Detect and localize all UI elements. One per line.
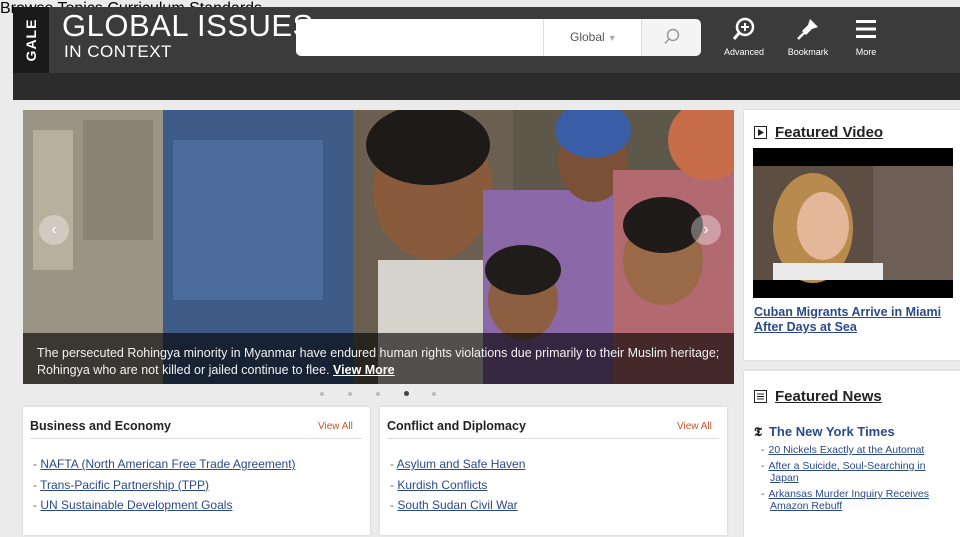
topic-panel-conflict: Conflict and Diplomacy View All - Asylum… [380,407,727,535]
news-item: - Arkansas Murder Inquiry Receives [761,488,929,500]
topic-link[interactable]: Asylum and Safe Haven [397,457,526,471]
product-title[interactable]: GLOBAL ISSUES [62,9,314,43]
featured-news-heading[interactable]: Featured News [754,388,882,407]
news-source[interactable]: 𝕿 The New York Times [754,424,895,440]
carousel-dot[interactable] [348,392,352,396]
topic-list: - Asylum and Safe Haven - Kurdish Confli… [390,454,525,516]
carousel-dot-active[interactable] [404,391,409,396]
divider [30,438,362,439]
chevron-down-icon: ▼ [607,33,617,43]
list-item: - UN Sustainable Development Goals [33,498,233,512]
news-item: - After a Suicide, Soul-Searching in [761,460,926,472]
news-item: -20 Nickels Exactly at the Automat [761,444,925,456]
carousel-prev-button[interactable]: ‹ [39,215,69,245]
view-more-link[interactable]: View More [333,363,395,377]
hero-carousel[interactable]: ‹ › The persecuted Rohingya minority in … [23,110,734,384]
more-label: More [855,47,877,57]
carousel-dot[interactable] [376,392,380,396]
carousel-dot[interactable] [432,392,436,396]
more-menu-button[interactable]: More [836,16,896,57]
featured-news-heading-text: Featured News [775,388,882,405]
featured-news-card: Featured News 𝕿 The New York Times -20 Ni… [744,371,960,537]
list-item: - Kurdish Conflicts [390,477,488,492]
product-subtitle: IN CONTEXT [64,42,172,61]
chevron-left-icon: ‹ [51,221,57,238]
search-scope-select[interactable]: Global ▼ [543,19,641,56]
list-item: - Trans-Pacific Partnership (TPP) [33,477,210,492]
divider [387,438,719,439]
topic-link[interactable]: Kurdish Conflicts [397,478,487,492]
featured-video-card: Featured Video Cuban Migrants Arrive in … [744,110,960,360]
news-source-name: The New York Times [768,424,895,439]
video-still [753,166,953,283]
panel-title: Business and Economy [30,419,172,433]
topic-link[interactable]: UN Sustainable Development Goals [40,498,232,512]
list-item: - Asylum and Safe Haven [390,457,526,471]
search-button[interactable] [641,19,701,56]
news-link-continued[interactable]: Amazon Rebuff [770,500,842,512]
news-link[interactable]: 20 Nickels Exactly at the Automat [769,444,925,456]
topic-panel-business: Business and Economy View All - NAFTA (N… [23,407,370,535]
nyt-logo-icon: 𝕿 [754,425,762,440]
search-scope-value: Global [570,30,605,44]
topic-link[interactable]: South Sudan Civil War [397,498,517,512]
featured-video-heading-text: Featured Video [775,124,884,141]
search-icon [664,28,680,44]
secondary-nav [13,73,960,100]
bookmark-label: Bookmark [787,47,829,57]
video-thumbnail[interactable] [753,148,953,298]
bookmark-button[interactable]: Bookmark [778,16,838,57]
chevron-right-icon: › [703,221,709,238]
news-item: Amazon Rebuff [761,500,960,512]
featured-video-link[interactable]: Cuban Migrants Arrive in Miami After Day… [754,305,954,335]
advanced-search-icon [732,17,755,40]
gale-logo[interactable]: GALE [13,7,49,73]
panel-title: Conflict and Diplomacy [387,419,526,433]
news-list: -20 Nickels Exactly at the Automat - Afte… [761,444,960,516]
news-link[interactable]: Arkansas Murder Inquiry Receives [769,488,929,500]
pin-icon [797,19,818,40]
video-icon [754,126,767,143]
advanced-search-button[interactable]: Advanced [714,16,774,57]
advanced-label: Advanced [723,47,765,57]
hero-caption: The persecuted Rohingya minority in Myan… [23,333,734,384]
featured-video-heading[interactable]: Featured Video [754,124,883,143]
view-all-link[interactable]: View All [677,421,712,432]
news-link[interactable]: After a Suicide, Soul-Searching in [769,460,926,472]
news-item: Japan [761,472,960,484]
newspaper-icon [754,390,767,407]
list-item: - South Sudan Civil War [390,498,518,512]
topic-link[interactable]: Trans-Pacific Partnership (TPP) [40,478,209,492]
topic-link[interactable]: NAFTA (North American Free Trade Agreeme… [40,457,295,471]
news-link-continued[interactable]: Japan [770,472,799,484]
hamburger-icon [856,20,876,38]
search-input[interactable] [296,19,543,56]
carousel-next-button[interactable]: › [691,215,721,245]
list-item: - NAFTA (North American Free Trade Agree… [33,457,296,471]
carousel-dot[interactable] [320,392,324,396]
view-all-link[interactable]: View All [318,421,353,432]
topic-list: - NAFTA (North American Free Trade Agree… [33,454,296,516]
